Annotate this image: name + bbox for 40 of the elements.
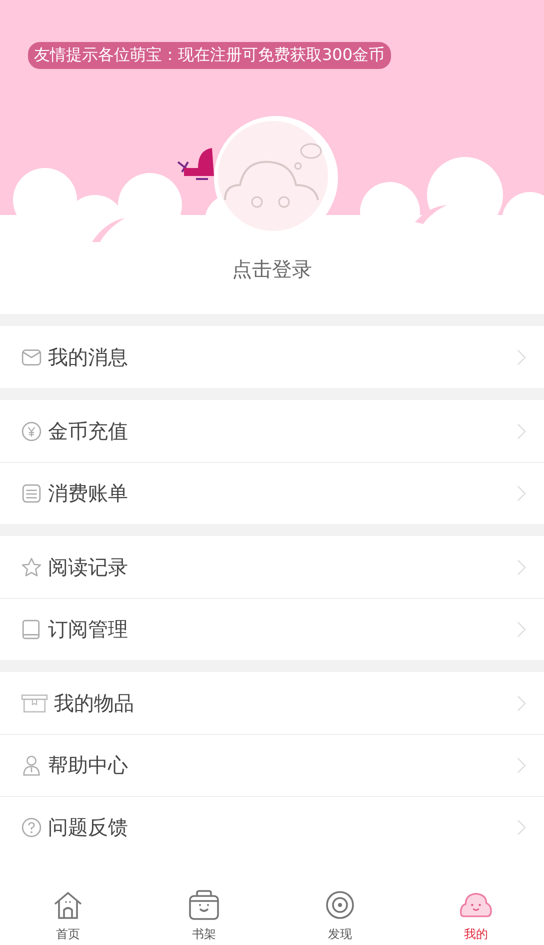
menu-label: 订阅管理 — [48, 616, 129, 643]
person-icon — [21, 755, 42, 776]
cloud-face-icon — [460, 890, 492, 920]
star-icon — [21, 556, 42, 578]
menu-item[interactable]: 阅读记录 — [0, 536, 544, 598]
menu-item[interactable]: 帮助中心 — [0, 734, 544, 796]
book-icon — [21, 619, 42, 640]
yen-coin-icon — [21, 420, 42, 442]
menu-label: 我的物品 — [54, 690, 135, 716]
help-icon — [21, 817, 42, 838]
envelope-icon — [21, 346, 42, 368]
tab[interactable]: 我的 — [408, 882, 544, 945]
menu-label: 金币充值 — [48, 418, 129, 444]
menu-label: 帮助中心 — [48, 752, 129, 779]
list-icon — [21, 483, 42, 504]
menu-label: 阅读记录 — [48, 554, 129, 580]
menu-item[interactable]: 我的消息 — [0, 326, 544, 388]
target-icon — [324, 890, 356, 920]
menu-item[interactable]: 金币充值 — [0, 400, 544, 462]
box-icon — [21, 692, 48, 714]
menu-label: 消费账单 — [48, 480, 129, 507]
house-icon — [52, 890, 84, 920]
chevron-right-icon — [517, 558, 526, 576]
menu-item[interactable]: 问题反馈 — [0, 796, 544, 858]
menu-item[interactable]: 我的物品 — [0, 672, 544, 734]
menu-label: 问题反馈 — [48, 814, 129, 841]
chevron-right-icon — [517, 694, 526, 712]
chevron-right-icon — [517, 621, 526, 638]
chevron-right-icon — [517, 348, 526, 366]
login-link[interactable]: 点击登录 — [232, 256, 312, 283]
chevron-right-icon — [517, 819, 526, 836]
chevron-right-icon — [517, 422, 526, 440]
chevron-right-icon — [517, 485, 526, 502]
tab[interactable]: 书架 — [136, 882, 272, 945]
tab[interactable]: 首页 — [0, 882, 136, 945]
bag-icon — [188, 890, 220, 920]
chevron-right-icon — [517, 757, 526, 774]
notice-text: 友情提示各位萌宝：现在注册可免费获取300金币 — [28, 42, 391, 69]
menu-label: 我的消息 — [48, 344, 129, 370]
tab[interactable]: 发现 — [272, 882, 408, 945]
